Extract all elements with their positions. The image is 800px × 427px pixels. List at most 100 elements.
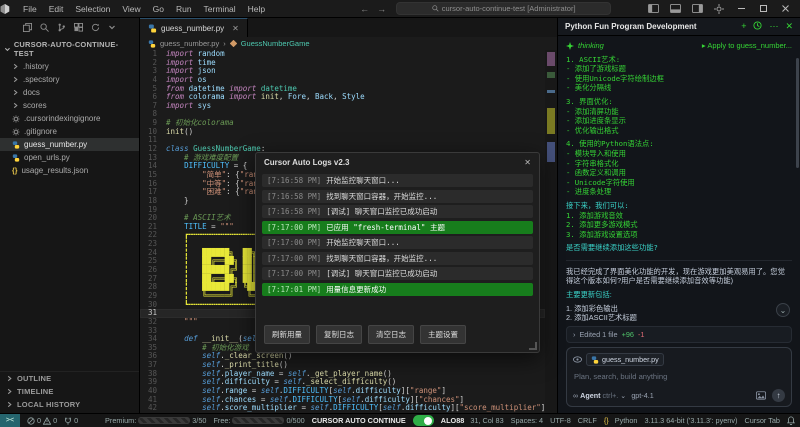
thinking-section-head: 1. ASCII艺术: (566, 55, 792, 65)
minimap[interactable] (545, 50, 557, 413)
problems-indicator[interactable]: 0 0 (27, 416, 57, 425)
editor-tab-bar: guess_number.py ✕ (140, 18, 557, 37)
tree-item-scores[interactable]: scores (0, 99, 139, 112)
dialog-button-清空日志[interactable]: 清空日志 (368, 325, 414, 344)
tree-item-label: .history (23, 62, 49, 71)
tree-item-open-urls-py[interactable]: open_urls.py (0, 151, 139, 164)
dialog-button-复制日志[interactable]: 复制日志 (316, 325, 362, 344)
free-usage[interactable]: Free: 0/500 (213, 416, 304, 425)
tree-item-docs[interactable]: docs (0, 86, 139, 99)
command-search-input[interactable]: cursor-auto-continue-test [Administrator… (396, 2, 611, 15)
agent-label: Agent (580, 391, 600, 400)
chat-input-placeholder[interactable]: Plan, search, build anything (574, 372, 784, 381)
dialog-close-icon[interactable]: ✕ (524, 158, 531, 167)
tree-item--specstory[interactable]: .specstory (0, 73, 139, 86)
dialog-button-主题设置[interactable]: 主题设置 (420, 325, 466, 344)
log-timestamp: [7:17:00 PM] (267, 223, 321, 232)
root-folder-label: CURSOR-AUTO-CONTINUE-TEST (14, 40, 135, 58)
edited-files-row[interactable]: › Edited 1 file +96 -1 (566, 326, 792, 343)
language-indicator[interactable]: {} Python (604, 416, 638, 425)
menu-help[interactable]: Help (243, 2, 270, 16)
close-panel-icon[interactable]: ✕ (785, 21, 793, 32)
ports-indicator[interactable]: 0 (64, 416, 78, 425)
apply-to-file-link[interactable]: ▸ Apply to guess_number... (702, 41, 792, 51)
auto-continue-toggle[interactable] (413, 415, 434, 426)
menu-selection[interactable]: Selection (70, 2, 115, 16)
minimize-button[interactable] (732, 2, 750, 16)
remote-indicator[interactable]: >< (0, 414, 20, 427)
toggle-sidebar-icon[interactable] (644, 2, 662, 16)
thinking-item: - 使用Unicode字符绘制边框 (566, 74, 792, 84)
dialog-button-刷新用量[interactable]: 刷新用量 (264, 325, 310, 344)
assistant-message: 我已经完成了界面美化功能的开发，现在游戏更加美观易用了。您觉得这个版本如何?用户… (566, 260, 792, 321)
tree-item-guess-number-py[interactable]: guess_number.py (0, 138, 139, 151)
section-local-history[interactable]: LOCAL HISTORY (0, 398, 139, 411)
menu-edit[interactable]: Edit (44, 2, 69, 16)
menu-terminal[interactable]: Terminal (199, 2, 241, 16)
section-timeline[interactable]: TIMELINE (0, 385, 139, 398)
explorer-icon[interactable] (23, 23, 32, 32)
nav-back-icon[interactable]: ← (360, 4, 369, 14)
encoding-indicator[interactable]: UTF-8 (550, 416, 571, 425)
new-chat-icon[interactable]: + (741, 21, 746, 32)
next-step-item: 2. 添加更多游戏模式 (566, 220, 792, 230)
breadcrumb-symbol[interactable]: GuessNumberGame (241, 39, 310, 48)
scroll-to-bottom-button[interactable]: ⌄ (776, 303, 790, 317)
code-line: 10init() (140, 128, 545, 137)
menu-file[interactable]: File (18, 2, 42, 16)
chevron-down-icon[interactable] (108, 23, 116, 31)
tree-item--cursorindexingignore[interactable]: .cursorindexingignore (0, 112, 139, 125)
customize-layout-icon[interactable] (710, 2, 728, 16)
cursor-position[interactable]: 31, Col 83 (470, 416, 503, 425)
context-chip[interactable]: guess_number.py (586, 353, 664, 366)
log-timestamp: [7:16:58 PM] (267, 176, 321, 185)
tree-item-label: open_urls.py (24, 153, 70, 162)
menu-go[interactable]: Go (148, 2, 169, 16)
breadcrumb-file[interactable]: guess_number.py (160, 39, 219, 48)
refresh-icon[interactable] (91, 23, 100, 32)
history-icon[interactable] (753, 21, 762, 32)
close-button[interactable] (776, 2, 794, 16)
resize-handle[interactable] (529, 342, 537, 350)
gear-icon (12, 115, 20, 123)
tree-root-folder[interactable]: CURSOR-AUTO-CONTINUE-TEST (0, 38, 139, 60)
eye-icon[interactable] (573, 356, 582, 363)
model-selector[interactable]: gpt-4.1 (631, 391, 653, 400)
section-outline[interactable]: OUTLINE (0, 372, 139, 385)
chat-scrollbar[interactable] (796, 58, 799, 168)
auto-continue-label[interactable]: CURSOR AUTO CONTINUE (312, 416, 406, 425)
menu-run[interactable]: Run (171, 2, 197, 16)
eol-indicator[interactable]: CRLF (578, 416, 597, 425)
tree-item--gitignore[interactable]: .gitignore (0, 125, 139, 138)
image-icon[interactable] (756, 391, 766, 400)
chevron-icon (12, 102, 19, 109)
toggle-secondary-sidebar-icon[interactable] (688, 2, 706, 16)
bell-icon[interactable] (787, 416, 795, 425)
search-icon[interactable] (40, 23, 49, 32)
tree-item-label: docs (23, 88, 40, 97)
chat-input-box[interactable]: guess_number.py Plan, search, build anyt… (566, 347, 792, 407)
menu-view[interactable]: View (117, 2, 145, 16)
tab-guess-number[interactable]: guess_number.py ✕ (140, 18, 248, 37)
extensions-icon[interactable] (74, 23, 83, 32)
more-actions-icon[interactable]: ⋯ (769, 21, 778, 32)
chevron-right-icon (6, 388, 13, 395)
chevron-icon (12, 63, 19, 70)
interpreter-indicator[interactable]: 3.11.3 64-bit ('3.11.3': pyenv) (644, 416, 737, 425)
premium-usage[interactable]: Premium: 3/50 (105, 416, 206, 425)
nav-forward-icon[interactable]: → (377, 4, 386, 14)
agent-mode-selector[interactable]: ∞ Agent ctrl+. ⌄ (573, 391, 626, 400)
chevron-right-icon: › (573, 330, 575, 339)
breadcrumb[interactable]: guess_number.py › GuessNumberGame (140, 37, 557, 50)
indentation-indicator[interactable]: Spaces: 4 (511, 416, 543, 425)
sparkle-icon (566, 42, 574, 50)
cursor-tab-indicator[interactable]: Cursor Tab (744, 416, 780, 425)
send-button[interactable]: ↑ (772, 389, 785, 402)
maximize-button[interactable] (754, 2, 772, 16)
tree-item-usage-results-json[interactable]: {}usage_results.json (0, 164, 139, 177)
tab-close-icon[interactable]: ✕ (232, 24, 239, 33)
toggle-panel-icon[interactable] (666, 2, 684, 16)
status-badge[interactable]: ALO88 (441, 416, 465, 425)
tree-item--history[interactable]: .history (0, 60, 139, 73)
source-control-icon[interactable] (57, 23, 66, 32)
